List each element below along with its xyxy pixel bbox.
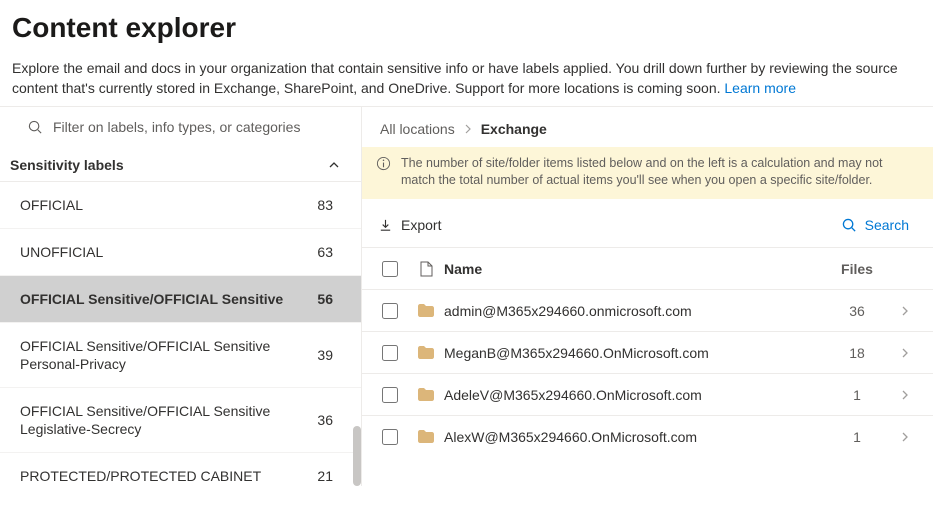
chevron-right-icon bbox=[887, 432, 923, 442]
table-row[interactable]: AdeleV@M365x294660.OnMicrosoft.com1 bbox=[362, 373, 933, 415]
export-button[interactable]: Export bbox=[372, 213, 447, 237]
chevron-right-icon bbox=[463, 124, 473, 134]
folder-icon bbox=[408, 430, 444, 443]
sidebar-item-label: UNOFFICIAL bbox=[20, 243, 309, 261]
sidebar-item[interactable]: PROTECTED/PROTECTED CABINET21 bbox=[0, 453, 361, 486]
file-icon bbox=[408, 261, 444, 277]
column-header-files[interactable]: Files bbox=[827, 261, 887, 277]
folder-icon bbox=[408, 388, 444, 401]
chevron-right-icon bbox=[887, 348, 923, 358]
sidebar-item[interactable]: OFFICIAL Sensitive/OFFICIAL Sensitive Le… bbox=[0, 388, 361, 453]
sidebar-item[interactable]: OFFICIAL Sensitive/OFFICIAL Sensitive Pe… bbox=[0, 323, 361, 388]
info-icon bbox=[376, 156, 391, 189]
sidebar-item[interactable]: UNOFFICIAL63 bbox=[0, 229, 361, 276]
folder-icon bbox=[408, 304, 444, 317]
search-button[interactable]: Search bbox=[836, 213, 915, 237]
sidebar-item-label: OFFICIAL bbox=[20, 196, 309, 214]
breadcrumb: All locations Exchange bbox=[362, 107, 933, 147]
row-files: 18 bbox=[827, 345, 887, 361]
sidebar-item-label: OFFICIAL Sensitive/OFFICIAL Sensitive bbox=[20, 290, 309, 308]
filter-placeholder: Filter on labels, info types, or categor… bbox=[53, 119, 300, 135]
filter-input[interactable]: Filter on labels, info types, or categor… bbox=[0, 107, 361, 149]
row-name: admin@M365x294660.onmicrosoft.com bbox=[444, 303, 827, 319]
label-list: OFFICIAL83UNOFFICIAL63OFFICIAL Sensitive… bbox=[0, 182, 361, 486]
sidebar-item-count: 63 bbox=[309, 243, 333, 261]
row-files: 1 bbox=[827, 387, 887, 403]
sidebar-item-count: 56 bbox=[309, 290, 333, 308]
sidebar-item-label: OFFICIAL Sensitive/OFFICIAL Sensitive Pe… bbox=[20, 337, 309, 373]
row-name: AdeleV@M365x294660.OnMicrosoft.com bbox=[444, 387, 827, 403]
breadcrumb-root[interactable]: All locations bbox=[380, 121, 455, 137]
breadcrumb-current: Exchange bbox=[481, 121, 547, 137]
search-label: Search bbox=[865, 217, 909, 233]
table-row[interactable]: admin@M365x294660.onmicrosoft.com36 bbox=[362, 289, 933, 331]
search-icon bbox=[28, 120, 43, 135]
sidebar-item-count: 39 bbox=[309, 346, 333, 364]
download-icon bbox=[378, 218, 393, 233]
select-all-checkbox[interactable] bbox=[372, 261, 408, 277]
sidebar-item-count: 83 bbox=[309, 196, 333, 214]
page-description: Explore the email and docs in your organ… bbox=[12, 58, 921, 98]
row-name: MeganB@M365x294660.OnMicrosoft.com bbox=[444, 345, 827, 361]
table-row[interactable]: MeganB@M365x294660.OnMicrosoft.com18 bbox=[362, 331, 933, 373]
info-banner: The number of site/folder items listed b… bbox=[362, 147, 933, 199]
row-checkbox[interactable] bbox=[372, 429, 408, 445]
folder-table: Name Files admin@M365x294660.onmicrosoft… bbox=[362, 247, 933, 457]
sidebar: Filter on labels, info types, or categor… bbox=[0, 107, 362, 486]
column-header-name[interactable]: Name bbox=[444, 261, 827, 277]
sidebar-item-count: 36 bbox=[309, 411, 333, 429]
sidebar-item[interactable]: OFFICIAL83 bbox=[0, 182, 361, 229]
chevron-right-icon bbox=[887, 306, 923, 316]
table-row[interactable]: AlexW@M365x294660.OnMicrosoft.com1 bbox=[362, 415, 933, 457]
chevron-up-icon bbox=[327, 158, 341, 172]
learn-more-link[interactable]: Learn more bbox=[724, 80, 796, 96]
chevron-right-icon bbox=[887, 390, 923, 400]
page-title: Content explorer bbox=[12, 12, 921, 44]
sidebar-item-label: PROTECTED/PROTECTED CABINET bbox=[20, 467, 309, 485]
sidebar-item[interactable]: OFFICIAL Sensitive/OFFICIAL Sensitive56 bbox=[0, 276, 361, 323]
content-pane: All locations Exchange The number of sit… bbox=[362, 107, 933, 486]
folder-icon bbox=[408, 346, 444, 359]
sidebar-item-count: 21 bbox=[309, 467, 333, 485]
table-header: Name Files bbox=[362, 247, 933, 289]
sidebar-item-label: OFFICIAL Sensitive/OFFICIAL Sensitive Le… bbox=[20, 402, 309, 438]
scrollbar-thumb[interactable] bbox=[353, 426, 361, 486]
export-label: Export bbox=[401, 217, 441, 233]
sidebar-section-header[interactable]: Sensitivity labels bbox=[0, 149, 361, 182]
search-icon bbox=[842, 218, 857, 233]
row-checkbox[interactable] bbox=[372, 387, 408, 403]
row-files: 36 bbox=[827, 303, 887, 319]
info-banner-text: The number of site/folder items listed b… bbox=[401, 155, 919, 189]
row-name: AlexW@M365x294660.OnMicrosoft.com bbox=[444, 429, 827, 445]
row-checkbox[interactable] bbox=[372, 345, 408, 361]
row-checkbox[interactable] bbox=[372, 303, 408, 319]
sidebar-section-title: Sensitivity labels bbox=[10, 157, 124, 173]
row-files: 1 bbox=[827, 429, 887, 445]
